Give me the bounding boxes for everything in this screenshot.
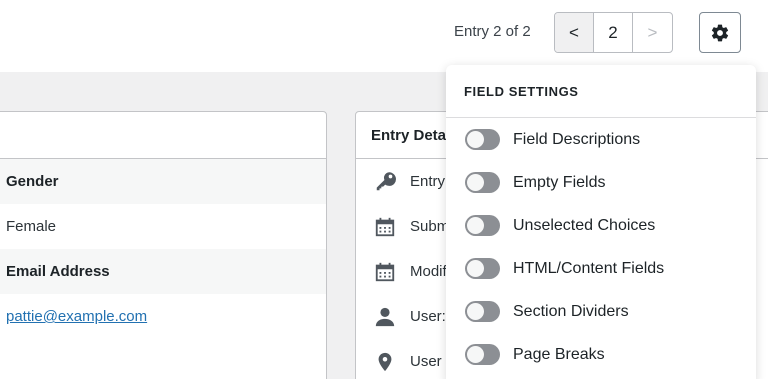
next-entry-button[interactable]: > [633, 13, 672, 52]
toggle-field-descriptions[interactable]: Field Descriptions [446, 118, 756, 161]
toggle-label: Field Descriptions [513, 130, 641, 148]
detail-text: User: [410, 308, 446, 325]
field-label: Gender [0, 159, 326, 204]
card-header [0, 112, 326, 159]
toggle-empty-fields[interactable]: Empty Fields [446, 161, 756, 204]
toggle-switch[interactable] [465, 172, 500, 193]
detail-text: User [410, 353, 442, 370]
toggle-switch[interactable] [465, 301, 500, 322]
toggle-label: HTML/Content Fields [513, 259, 665, 277]
detail-text: Entry [410, 173, 446, 190]
calendar-icon [372, 259, 398, 285]
toggle-label: Empty Fields [513, 173, 606, 191]
toggle-switch[interactable] [465, 215, 500, 236]
current-entry-number: 2 [594, 13, 633, 52]
toggle-switch[interactable] [465, 344, 500, 365]
entry-count: Entry 2 of 2 [454, 23, 531, 40]
toggle-switch[interactable] [465, 129, 500, 150]
field-value: pattie@example.com [0, 294, 326, 339]
previous-entry-button[interactable]: < [555, 13, 594, 52]
field-label: Email Address [0, 249, 326, 294]
toggle-label: Page Breaks [513, 345, 605, 363]
entry-pager: < 2 > [554, 12, 673, 53]
toggle-label: Section Dividers [513, 302, 629, 320]
toggle-switch[interactable] [465, 258, 500, 279]
toggle-unselected-choices[interactable]: Unselected Choices [446, 204, 756, 247]
gear-icon [711, 24, 729, 41]
calendar-icon [372, 214, 398, 240]
entry-fields-card: Gender Female Email Address pattie@examp… [0, 111, 327, 379]
toggle-html-content-fields[interactable]: HTML/Content Fields [446, 247, 756, 290]
key-icon [372, 169, 398, 195]
field-settings-dropdown: FIELD SETTINGS Field Descriptions Empty … [446, 65, 756, 379]
field-value: Female [0, 204, 326, 249]
email-link[interactable]: pattie@example.com [6, 308, 147, 325]
user-icon [372, 304, 398, 330]
toggle-page-breaks[interactable]: Page Breaks [446, 333, 756, 376]
field-settings-title: FIELD SETTINGS [446, 65, 756, 118]
location-pin-icon [372, 349, 398, 375]
toggle-label: Unselected Choices [513, 216, 656, 234]
field-settings-button[interactable] [699, 12, 741, 53]
top-bar: Entry 2 of 2 < 2 > [0, 0, 768, 72]
toggle-section-dividers[interactable]: Section Dividers [446, 290, 756, 333]
